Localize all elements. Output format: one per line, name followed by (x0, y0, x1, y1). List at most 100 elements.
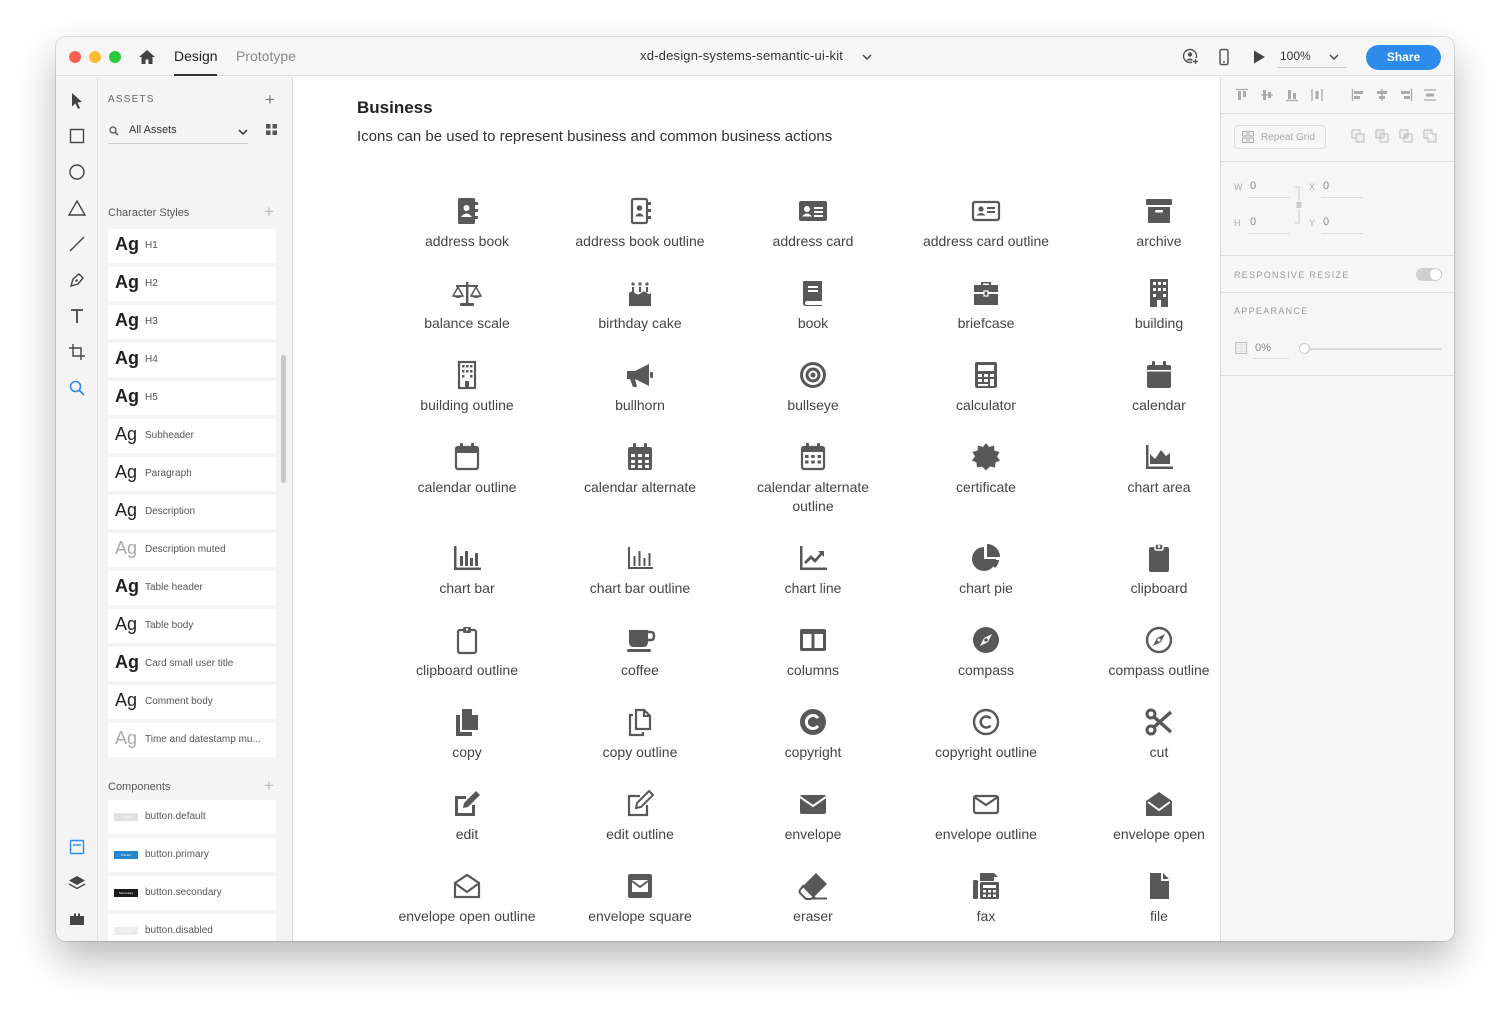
boolean-add-icon[interactable] (1351, 129, 1365, 143)
icon-item[interactable]: calendar outline (381, 441, 553, 497)
home-icon[interactable] (138, 48, 156, 66)
icon-item[interactable]: chart pie (900, 542, 1072, 598)
icon-item[interactable]: address book outline (554, 195, 726, 251)
icon-item[interactable]: cut (1073, 706, 1220, 762)
character-style-item[interactable]: Ag Table header (108, 571, 276, 605)
icon-item[interactable]: birthday cake (554, 277, 726, 333)
icon-item[interactable]: calendar (1073, 359, 1220, 415)
icon-item[interactable]: coffee (554, 624, 726, 680)
height-field[interactable]: 0 (1250, 216, 1256, 228)
layers-icon[interactable] (67, 873, 87, 893)
icon-item[interactable]: copy outline (554, 706, 726, 762)
character-style-item[interactable]: Ag H5 (108, 381, 276, 415)
tab-design[interactable]: Design (174, 48, 218, 64)
assets-panel-icon[interactable] (67, 837, 87, 857)
icon-item[interactable]: clipboard outline (381, 624, 553, 680)
icon-item[interactable]: compass (900, 624, 1072, 680)
width-field[interactable]: 0 (1250, 180, 1256, 192)
component-item[interactable]: Default button.default (108, 800, 276, 834)
zoom-chevron-icon[interactable] (1329, 53, 1339, 61)
add-asset-icon[interactable]: + (265, 91, 275, 108)
assets-filter[interactable]: All Assets (108, 122, 248, 144)
filter-chevron-icon[interactable] (238, 128, 248, 136)
character-style-item[interactable]: Ag Time and datestamp mu... (108, 723, 276, 757)
character-style-item[interactable]: Ag Card small user title (108, 647, 276, 681)
icon-item[interactable]: file (1073, 870, 1220, 926)
x-field[interactable]: 0 (1323, 180, 1329, 192)
icon-item[interactable]: address card outline (900, 195, 1072, 251)
grid-view-icon[interactable] (266, 124, 277, 135)
ellipse-tool-icon[interactable] (67, 162, 87, 182)
icon-item[interactable]: envelope square (554, 870, 726, 926)
character-style-item[interactable]: Ag H4 (108, 343, 276, 377)
character-style-item[interactable]: Ag Description muted (108, 533, 276, 567)
icon-item[interactable]: calculator (900, 359, 1072, 415)
character-style-item[interactable]: Ag Comment body (108, 685, 276, 719)
icon-item[interactable]: calendar alternate outline (727, 441, 899, 516)
opacity-slider-handle[interactable] (1299, 343, 1310, 354)
icon-item[interactable]: edit outline (554, 788, 726, 844)
boolean-exclude-icon[interactable] (1423, 129, 1437, 143)
icon-item[interactable]: fax (900, 870, 1072, 926)
component-item[interactable]: Primary button.primary (108, 838, 276, 872)
boolean-subtract-icon[interactable] (1375, 129, 1389, 143)
align-right-icon[interactable] (1399, 88, 1413, 102)
rectangle-tool-icon[interactable] (67, 126, 87, 146)
character-style-item[interactable]: Ag Table body (108, 609, 276, 643)
polygon-tool-icon[interactable] (67, 198, 87, 218)
icon-item[interactable]: chart bar (381, 542, 553, 598)
character-style-item[interactable]: Ag Paragraph (108, 457, 276, 491)
icon-item[interactable]: bullseye (727, 359, 899, 415)
align-top-icon[interactable] (1235, 88, 1249, 102)
tab-prototype[interactable]: Prototype (236, 48, 296, 64)
character-style-item[interactable]: Ag Subheader (108, 419, 276, 453)
align-center-icon[interactable] (1375, 88, 1389, 102)
zoom-tool-icon[interactable] (67, 378, 87, 398)
icon-item[interactable]: chart area (1073, 441, 1220, 497)
icon-item[interactable]: copyright outline (900, 706, 1072, 762)
assets-scrollbar[interactable] (281, 355, 286, 483)
plugins-icon[interactable] (67, 909, 87, 929)
icon-item[interactable]: copyright (727, 706, 899, 762)
select-tool-icon[interactable] (67, 91, 87, 111)
line-tool-icon[interactable] (67, 234, 87, 254)
icon-item[interactable]: calendar alternate (554, 441, 726, 497)
icon-item[interactable]: envelope open outline (381, 870, 553, 926)
zoom-level[interactable]: 100% (1280, 49, 1311, 63)
user-add-icon[interactable] (1182, 48, 1200, 66)
icon-item[interactable]: eraser (727, 870, 899, 926)
play-icon[interactable] (1250, 48, 1268, 66)
pen-tool-icon[interactable] (67, 270, 87, 290)
component-item[interactable]: Secondary button.secondary (108, 876, 276, 910)
icon-item[interactable]: certificate (900, 441, 1072, 497)
character-style-item[interactable]: Ag Description (108, 495, 276, 529)
y-field[interactable]: 0 (1323, 216, 1329, 228)
character-style-item[interactable]: Ag H3 (108, 305, 276, 339)
opacity-field[interactable]: 0% (1255, 342, 1271, 354)
align-bottom-icon[interactable] (1285, 88, 1299, 102)
icon-item[interactable]: address card (727, 195, 899, 251)
icon-item[interactable]: columns (727, 624, 899, 680)
share-button[interactable]: Share (1366, 45, 1441, 70)
repeat-grid-button[interactable]: Repeat Grid (1234, 125, 1326, 149)
icon-item[interactable]: balance scale (381, 277, 553, 333)
canvas[interactable]: Business Icons can be used to represent … (294, 77, 1220, 941)
icon-item[interactable]: chart line (727, 542, 899, 598)
distribute-horizontal-icon[interactable] (1310, 88, 1324, 102)
icon-item[interactable]: building (1073, 277, 1220, 333)
maximize-window-button[interactable] (109, 51, 121, 63)
boolean-intersect-icon[interactable] (1399, 129, 1413, 143)
component-item[interactable]: Disabled button.disabled (108, 914, 276, 941)
icon-item[interactable]: compass outline (1073, 624, 1220, 680)
icon-item[interactable]: book (727, 277, 899, 333)
close-window-button[interactable] (69, 51, 81, 63)
icon-item[interactable]: clipboard (1073, 542, 1220, 598)
opacity-slider[interactable] (1303, 348, 1441, 350)
icon-item[interactable]: envelope (727, 788, 899, 844)
chevron-down-icon[interactable] (862, 53, 872, 61)
icon-item[interactable]: bullhorn (554, 359, 726, 415)
add-component-icon[interactable]: + (264, 777, 274, 794)
icon-item[interactable]: envelope outline (900, 788, 1072, 844)
icon-item[interactable]: building outline (381, 359, 553, 415)
icon-item[interactable]: envelope open (1073, 788, 1220, 844)
